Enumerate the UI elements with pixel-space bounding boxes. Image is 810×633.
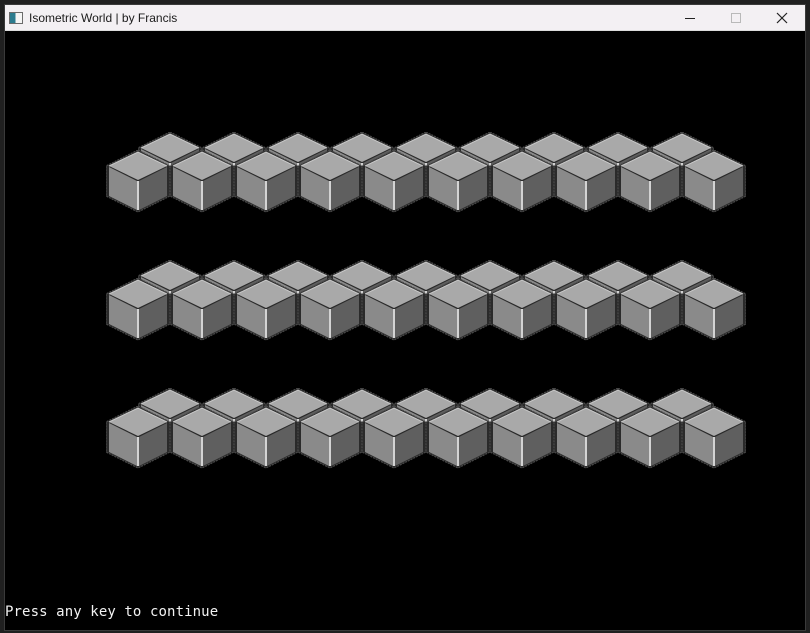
iso-cube: [489, 405, 555, 470]
iso-cube: [681, 405, 747, 470]
iso-cube: [681, 149, 747, 214]
iso-cube: [617, 149, 683, 214]
iso-cube: [297, 405, 363, 470]
iso-cube: [169, 277, 235, 342]
iso-cube: [233, 149, 299, 214]
iso-cube: [617, 405, 683, 470]
iso-cube: [425, 405, 491, 470]
title-bar[interactable]: Isometric World | by Francis: [5, 5, 805, 31]
iso-cube: [681, 277, 747, 342]
iso-cube: [617, 277, 683, 342]
iso-cube: [553, 149, 619, 214]
iso-cube: [233, 405, 299, 470]
window-controls: [667, 5, 805, 30]
game-window: Isometric World | by Francis Press any k…: [4, 4, 806, 631]
iso-cube: [553, 405, 619, 470]
iso-cube: [553, 277, 619, 342]
iso-cube: [169, 149, 235, 214]
iso-cube: [361, 149, 427, 214]
window-title: Isometric World | by Francis: [29, 10, 178, 25]
iso-cube: [489, 277, 555, 342]
game-canvas[interactable]: Press any key to continue: [5, 31, 805, 630]
iso-cube: [105, 405, 171, 470]
iso-cube: [361, 405, 427, 470]
continue-prompt: Press any key to continue: [5, 604, 219, 620]
iso-cube: [105, 277, 171, 342]
close-icon: [776, 12, 788, 24]
iso-cube: [169, 405, 235, 470]
close-button[interactable]: [759, 5, 805, 31]
maximize-button[interactable]: [713, 5, 759, 31]
minimize-icon: [684, 12, 696, 24]
app-window-icon: [9, 11, 23, 24]
iso-cube: [361, 277, 427, 342]
iso-cube: [105, 149, 171, 214]
iso-cube: [425, 149, 491, 214]
iso-cube: [233, 277, 299, 342]
iso-cube: [425, 277, 491, 342]
maximize-icon: [730, 12, 742, 24]
iso-cube: [489, 149, 555, 214]
iso-cube: [297, 277, 363, 342]
iso-cube: [297, 149, 363, 214]
minimize-button[interactable]: [667, 5, 713, 31]
